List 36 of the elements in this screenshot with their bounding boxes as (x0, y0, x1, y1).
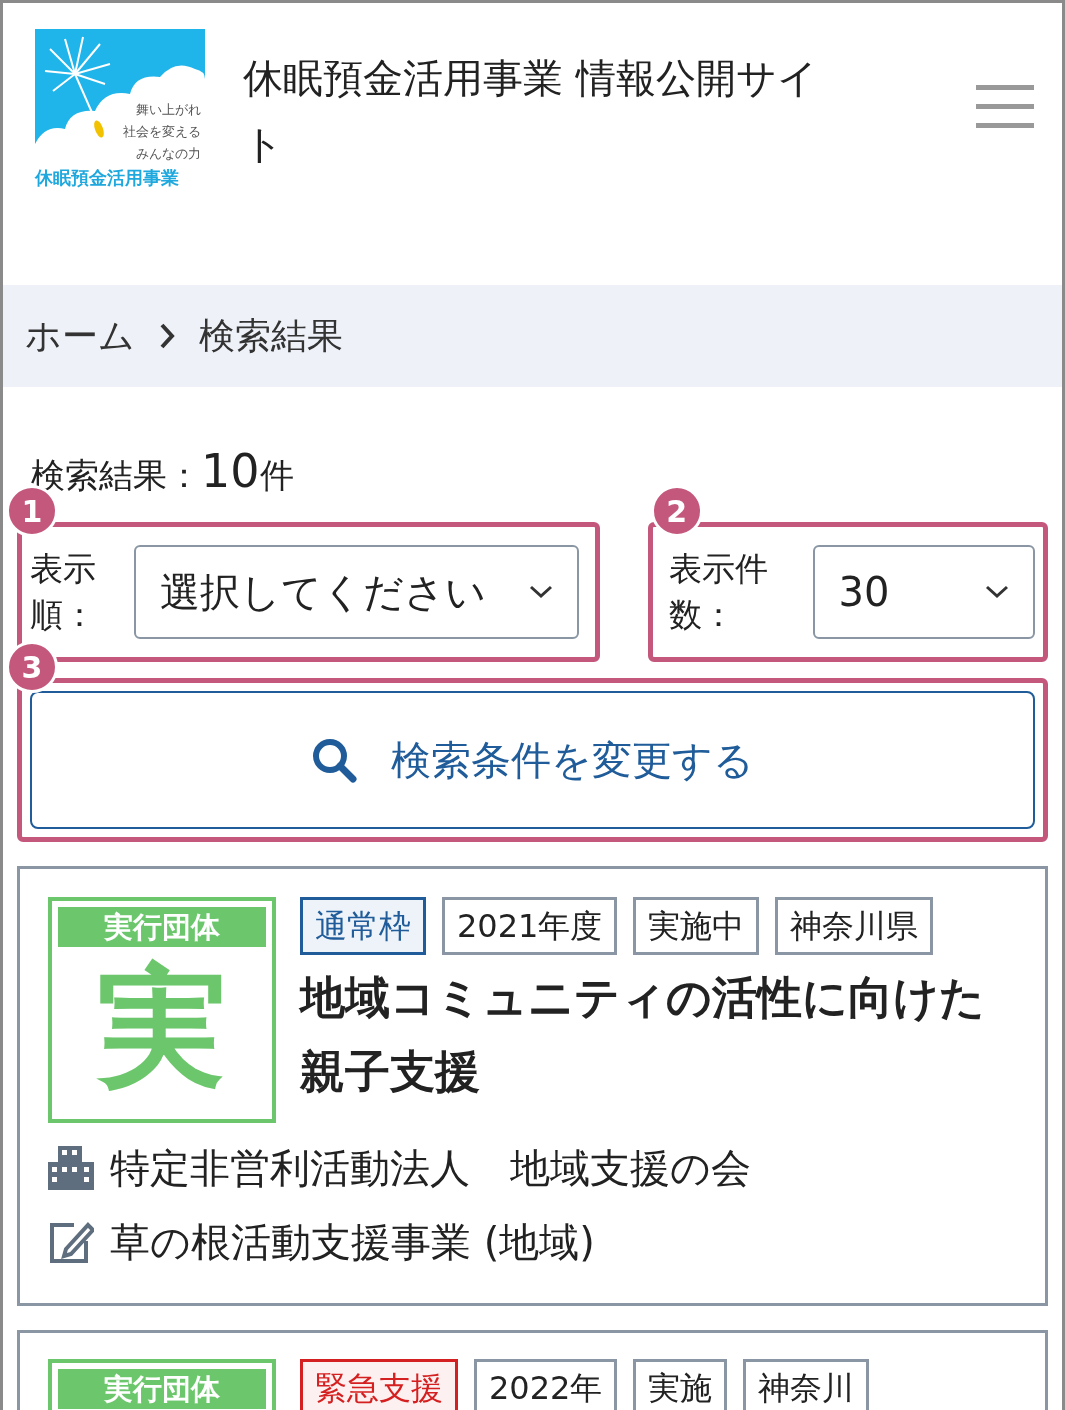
field-label: 表示順： (30, 548, 97, 636)
program-name: 草の根活動支援事業 (地域) (110, 1218, 595, 1267)
breadcrumb-current: 検索結果 (199, 314, 343, 358)
menu-icon[interactable] (976, 83, 1034, 131)
caret-icon (985, 585, 1009, 599)
tag: 神奈川県 (775, 897, 934, 955)
annotation-number: 2 (650, 485, 703, 537)
select-value: 30 (838, 568, 890, 617)
slogan-text: 舞い上がれ (135, 101, 201, 119)
building-icon (48, 1146, 94, 1190)
tag: 神奈川 (743, 1359, 870, 1410)
slogan-text: 社会を変える (123, 123, 201, 141)
search-icon (311, 737, 357, 783)
organization-name: 特定非営利活動法人 地域支援の会 (110, 1144, 751, 1193)
badge-label: 実行団体 (58, 907, 266, 947)
tag: 2021年度 (442, 897, 618, 955)
caret-icon (528, 585, 553, 599)
chevron-right-icon (159, 322, 175, 350)
tag: 2022年 (474, 1359, 618, 1410)
badge-label: 実行団体 (58, 1369, 266, 1409)
field-label: 表示件数： (668, 548, 769, 636)
sort-select[interactable]: 選択してください (134, 545, 579, 639)
per-page-select[interactable]: 30 (812, 545, 1035, 639)
annotation-number: 3 (6, 641, 58, 693)
tag: 実施 (633, 1359, 728, 1410)
logo-caption: 休眠預金活用事業 (35, 167, 180, 190)
badge-character: 実 (95, 950, 228, 1105)
tag: 緊急支援 (300, 1359, 458, 1410)
select-value: 選択してください (160, 568, 486, 617)
slogan-text: みんなの力 (135, 145, 201, 161)
tag: 通常枠 (300, 897, 426, 955)
card-title: 地域コミュニティの活性に向けた親子支援 (300, 970, 986, 1100)
site-title: 休眠預金活用事業 情報公開サイト (243, 54, 819, 169)
breadcrumb-link[interactable]: ホーム (25, 309, 135, 363)
search-button[interactable]: 検索条件を変更する (30, 691, 1035, 829)
tag: 実施中 (633, 897, 760, 955)
